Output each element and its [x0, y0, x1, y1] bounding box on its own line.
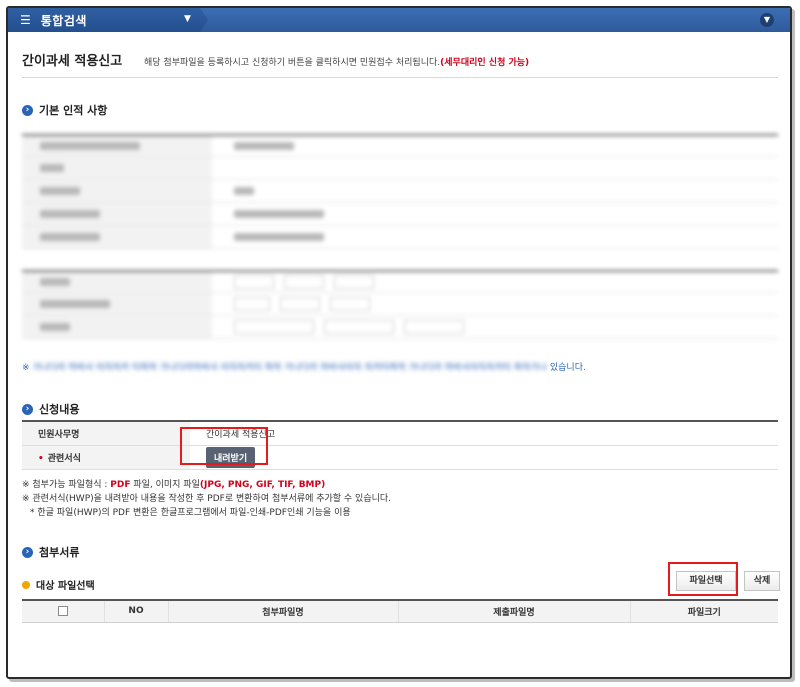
col-attach-filename: 첨부파일명 [168, 600, 399, 623]
note-line-3: * 한글 파일(HWP)의 PDF 변환은 한글프로그램에서 파일-인쇄-PDF… [30, 508, 351, 518]
section-basic-title: 기본 인적 사항 [39, 104, 108, 117]
section-bullet-icon: › [22, 546, 33, 558]
file-notes: ※ 첨부가능 파일형식 : PDF 파일, 이미지 파일(JPG, PNG, G… [22, 478, 391, 520]
basic-info-blurred [22, 134, 778, 249]
delete-button[interactable]: 삭제 [744, 571, 780, 591]
basic-info-notice: ※ 가나다라 마바사 아자차카 타파하 가나다라마바사 아자차카타 파하 가나다… [22, 360, 722, 373]
file-table-header: NO 첨부파일명 제출파일명 파일크기 [22, 600, 778, 623]
chevron-down-icon[interactable]: ▼ [760, 13, 774, 27]
apply-table: 민원사무명 간이과세 적용신고 • 관련서식 내려받기 [22, 420, 778, 470]
section-attach-heading: › 첨부서류 [22, 544, 79, 560]
page-title: 간이과세 적용신고 [22, 54, 123, 69]
col-no: NO [104, 600, 169, 623]
col-submit-filename: 제출파일명 [398, 600, 631, 623]
apply-label-form-text: 관련서식 [47, 453, 81, 464]
apply-value-form: 내려받기 [190, 445, 778, 470]
file-select-subheading: 대상 파일선택 [22, 577, 95, 592]
caret-down-icon[interactable]: ▼ [184, 14, 191, 24]
select-all-checkbox[interactable] [57, 606, 68, 616]
apply-label-form: • 관련서식 [22, 445, 190, 470]
note-line-1: ※ 첨부가능 파일형식 : PDF 파일, 이미지 파일(JPG, PNG, G… [22, 480, 326, 490]
orange-bullet-icon [22, 580, 30, 589]
notice-tail: 있습니다. [549, 363, 586, 373]
description-text: 해당 첨부파일을 등록하시고 신청하기 버튼을 클릭하시면 민원접수 처리됩니다… [144, 58, 441, 68]
select-all-cell [22, 600, 105, 623]
menu-title: 통합검색 [40, 13, 87, 28]
section-basic-heading: › 기본 인적 사항 [22, 102, 107, 118]
section-bullet-icon: › [22, 104, 33, 116]
page-description: 해당 첨부파일을 등록하시고 신청하기 버튼을 클릭하시면 민원접수 처리됩니다… [144, 55, 529, 68]
top-navigation-bar: ☰ 통합검색 ▼ ▼ [8, 8, 790, 32]
page-header: 간이과세 적용신고 해당 첨부파일을 등록하시고 신청하기 버튼을 클릭하시면 … [22, 48, 778, 78]
file-table: NO 첨부파일명 제출파일명 파일크기 [22, 599, 778, 623]
highlight-box-download [180, 427, 268, 465]
window-frame: ☰ 통합검색 ▼ ▼ 간이과세 적용신고 해당 첨부파일을 등록하시고 신청하기… [6, 6, 792, 679]
section-attach-title: 첨부서류 [39, 546, 80, 559]
section-apply-heading: › 신청내용 [22, 401, 79, 417]
col-file-size: 파일크기 [630, 600, 778, 623]
section-bullet-icon: › [22, 403, 33, 415]
notice-blurred-text: 가나다라 마바사 아자차카 타파하 가나다라마바사 아자차카타 파하 가나다라 … [32, 363, 547, 373]
hamburger-icon[interactable]: ☰ [20, 13, 31, 27]
menu-tab[interactable]: ☰ 통합검색 ▼ [8, 8, 208, 32]
description-highlight: (세무대리인 신청 가능) [440, 58, 530, 68]
basic-info-blurred-inputs [22, 270, 778, 339]
apply-value-name: 간이과세 적용신고 [190, 421, 778, 446]
apply-label-name: 민원사무명 [22, 421, 190, 446]
note-line-2: ※ 관련서식(HWP)을 내려받아 내용을 작성한 후 PDF로 변환하여 첨부… [22, 494, 392, 504]
section-apply-title: 신청내용 [39, 403, 80, 416]
file-select-title: 대상 파일선택 [36, 581, 95, 592]
highlight-box-file-select [668, 562, 738, 596]
required-mark: • [38, 453, 44, 464]
